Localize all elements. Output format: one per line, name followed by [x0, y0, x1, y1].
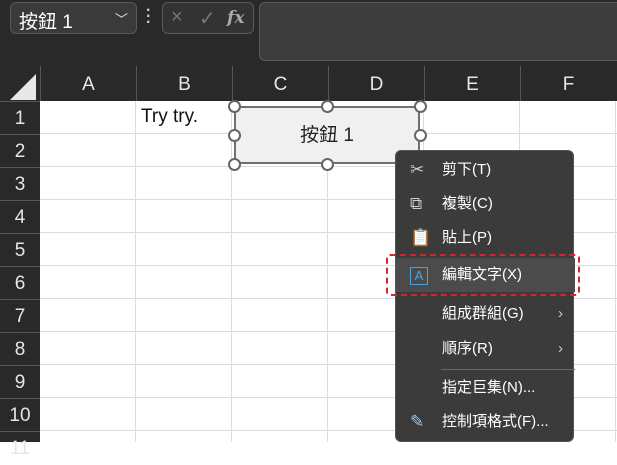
enter-icon[interactable]: ✓	[199, 6, 216, 31]
resize-handle[interactable]	[228, 100, 241, 113]
row-header[interactable]: 6	[0, 266, 40, 299]
more-options-icon[interactable]: · · ·	[146, 3, 152, 31]
chevron-right-icon: ›	[558, 340, 563, 357]
row-header[interactable]: 11	[0, 431, 40, 464]
column-header-b[interactable]: B	[136, 66, 232, 101]
formula-input[interactable]	[259, 2, 617, 61]
row-header[interactable]: 10	[0, 398, 40, 431]
column-header-e[interactable]: E	[424, 66, 520, 101]
select-all-button[interactable]	[10, 74, 36, 100]
insert-function-button[interactable]: fx	[227, 8, 244, 28]
resize-handle[interactable]	[414, 100, 427, 113]
menu-item-group[interactable]: 組成群組(G) ›	[396, 297, 575, 331]
chevron-right-icon: ›	[558, 305, 563, 322]
column-header-f[interactable]: F	[520, 66, 616, 101]
row-header[interactable]: 8	[0, 332, 40, 365]
formula-buttons: × ✓ fx	[162, 2, 254, 34]
highlight-annotation	[386, 254, 580, 296]
menu-item-cut[interactable]: ✂ 剪下(T)	[396, 153, 575, 187]
paste-icon: 📋	[410, 228, 432, 247]
row-header[interactable]: 9	[0, 365, 40, 398]
row-header[interactable]: 4	[0, 200, 40, 233]
row-header[interactable]: 5	[0, 233, 40, 266]
row-headers: 1 2 3 4 5 6 7 8 9 10 11	[0, 101, 40, 459]
row-header[interactable]: 2	[0, 134, 40, 167]
column-headers: A B C D E F	[0, 66, 617, 101]
format-control-icon: ✎	[410, 412, 425, 431]
menu-label: 貼上(P)	[442, 229, 492, 246]
column-header-a[interactable]: A	[40, 66, 136, 101]
formula-bar-area: 按鈕 1 ﹀ · · · × ✓ fx	[0, 0, 617, 66]
menu-item-format-control[interactable]: ✎ 控制項格式(F)...	[396, 405, 575, 439]
chevron-down-icon[interactable]: ﹀	[115, 9, 128, 28]
name-box-value: 按鈕 1	[19, 12, 73, 33]
resize-handle[interactable]	[414, 129, 427, 142]
cancel-icon[interactable]: ×	[171, 6, 183, 29]
menu-label: 組成群組(G)	[442, 305, 524, 322]
menu-item-order[interactable]: 順序(R) ›	[396, 332, 575, 366]
menu-label: 複製(C)	[442, 195, 493, 212]
row-header[interactable]: 7	[0, 299, 40, 332]
resize-handle[interactable]	[228, 158, 241, 171]
resize-handle[interactable]	[321, 158, 334, 171]
menu-label: 控制項格式(F)...	[442, 413, 549, 430]
menu-item-paste[interactable]: 📋 貼上(P)	[396, 221, 575, 255]
menu-separator	[441, 369, 575, 370]
cell-b1[interactable]: Try try.	[141, 106, 198, 128]
column-header-d[interactable]: D	[328, 66, 424, 101]
menu-label: 指定巨集(N)...	[442, 379, 536, 396]
name-box[interactable]: 按鈕 1 ﹀	[10, 2, 137, 34]
form-button-control[interactable]: 按鈕 1	[234, 106, 420, 164]
column-header-c[interactable]: C	[232, 66, 328, 101]
copy-icon: ⧉	[410, 194, 423, 213]
menu-label: 順序(R)	[442, 340, 493, 357]
menu-item-copy[interactable]: ⧉ 複製(C)	[396, 187, 575, 221]
row-header[interactable]: 3	[0, 167, 40, 200]
menu-label: 剪下(T)	[442, 161, 492, 178]
context-menu: ✂ 剪下(T) ⧉ 複製(C) 📋 貼上(P) A 編輯文字(X) 組成群組(G) › 順…	[395, 150, 575, 442]
menu-item-assign-macro[interactable]: 指定巨集(N)...	[396, 371, 575, 405]
scissors-icon: ✂	[410, 160, 425, 179]
row-header[interactable]: 1	[0, 101, 40, 134]
resize-handle[interactable]	[228, 129, 241, 142]
resize-handle[interactable]	[321, 100, 334, 113]
